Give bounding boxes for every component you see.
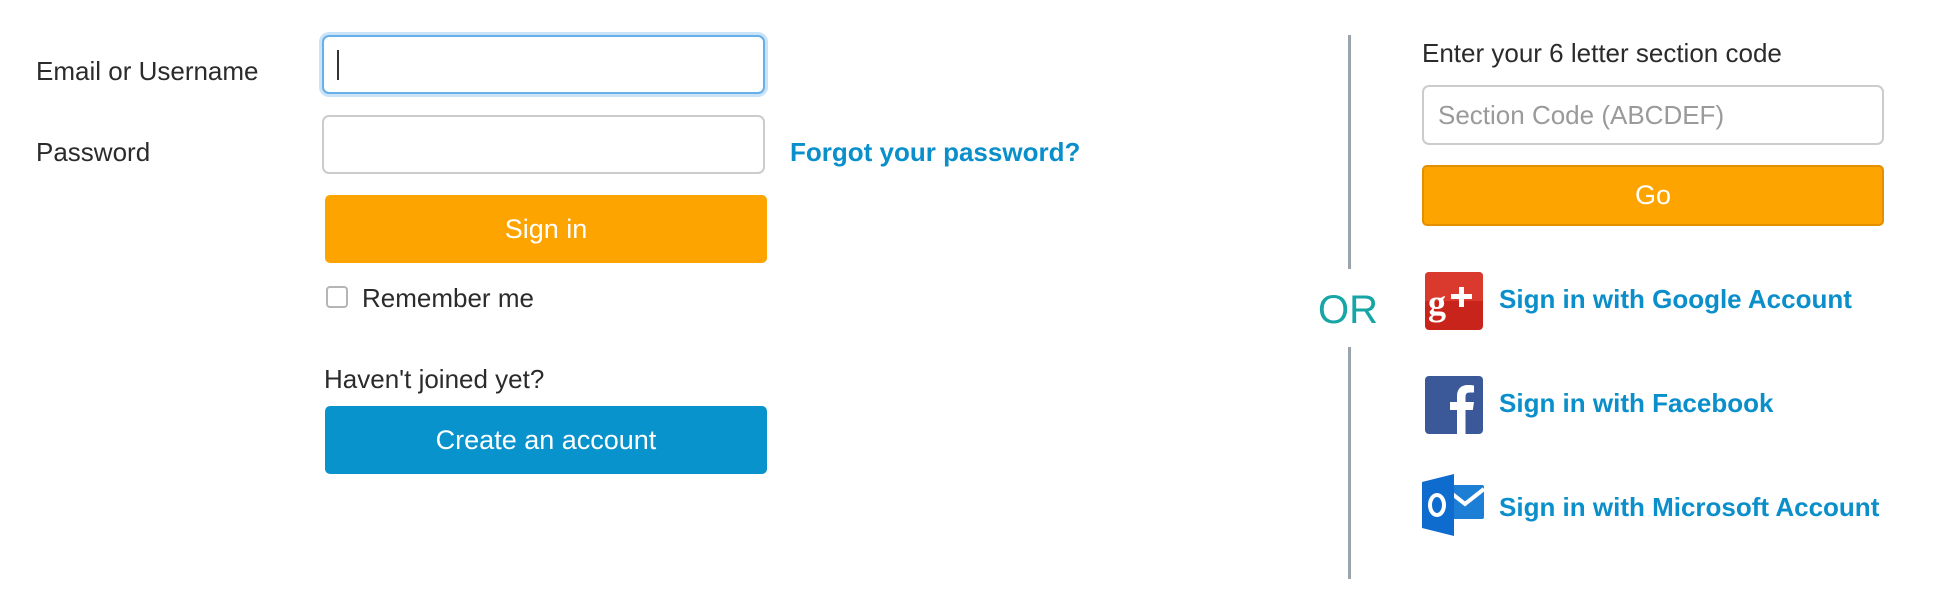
- or-label: OR: [1318, 288, 1378, 332]
- facebook-icon[interactable]: [1425, 376, 1483, 434]
- create-account-button[interactable]: Create an account: [325, 406, 767, 474]
- divider-bottom: [1348, 347, 1351, 579]
- email-label: Email or Username: [36, 56, 259, 86]
- go-button[interactable]: Go: [1422, 165, 1884, 226]
- google-plus-icon[interactable]: g: [1425, 272, 1483, 330]
- facebook-sign-in-link[interactable]: Sign in with Facebook: [1499, 390, 1773, 416]
- outlook-icon[interactable]: [1420, 472, 1486, 538]
- not-joined-text: Haven't joined yet?: [324, 364, 545, 394]
- svg-text:g: g: [1428, 283, 1446, 323]
- remember-me-label: Remember me: [362, 283, 534, 313]
- password-field[interactable]: [322, 115, 765, 174]
- sign-in-button[interactable]: Sign in: [325, 195, 767, 263]
- section-code-input[interactable]: [1422, 85, 1884, 145]
- email-field[interactable]: [322, 35, 765, 94]
- text-caret: [337, 50, 339, 80]
- microsoft-sign-in-link[interactable]: Sign in with Microsoft Account: [1499, 494, 1879, 520]
- password-label: Password: [36, 137, 151, 167]
- forgot-password-link[interactable]: Forgot your password?: [790, 139, 1080, 165]
- google-sign-in-link[interactable]: Sign in with Google Account: [1499, 286, 1852, 312]
- remember-me-checkbox[interactable]: [326, 286, 348, 308]
- section-code-prompt: Enter your 6 letter section code: [1422, 38, 1782, 68]
- email-field-wrapper[interactable]: [322, 35, 765, 94]
- divider-top: [1348, 35, 1351, 269]
